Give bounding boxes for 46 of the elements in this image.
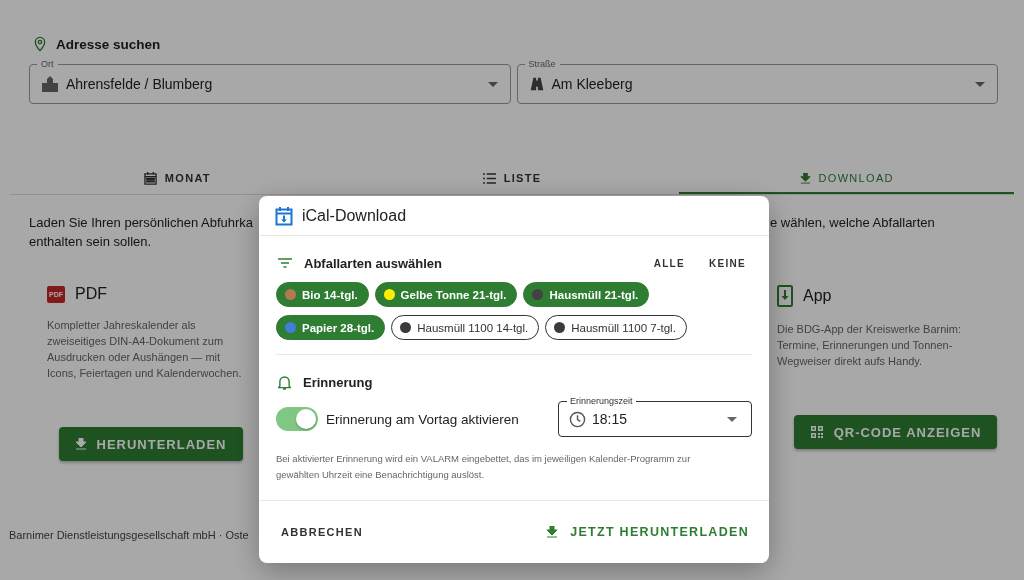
download-icon	[74, 438, 87, 450]
section-title: Erinnerung	[303, 374, 373, 390]
intro-text: enthalten sein sollen.	[29, 233, 152, 251]
dialog-title: iCal-Download	[302, 206, 407, 225]
intro-text: Laden Sie Ihren persönlichen Abfuhrka	[29, 214, 254, 232]
qr-code-button[interactable]: QR-CODE ANZEIGEN	[793, 415, 998, 449]
section-title: Adresse suchen	[56, 36, 161, 52]
tab[interactable]: DOWNLOAD	[679, 164, 1014, 194]
waste-type-chip[interactable]: Papier 28-tgl.	[276, 315, 386, 340]
city-icon	[40, 74, 60, 94]
card-title: App	[803, 287, 832, 305]
waste-type-chip[interactable]: Hausmüll 1100 7-tgl.	[545, 315, 687, 340]
hint-text: Bei aktivierter Erinnerung wird ein VALARM eingebettet, das im jeweiligen Kalender-Programm zur gewählten Uhrzeit eine Benachrichtigung auslöst.	[276, 452, 692, 482]
caret-icon	[487, 81, 498, 87]
download-icon	[546, 526, 559, 538]
calendar-download-icon	[275, 205, 293, 226]
phone-download-icon	[777, 285, 793, 307]
calendar-icon	[143, 171, 157, 185]
clock-icon	[569, 410, 586, 428]
cancel-button[interactable]: ABBRECHEN	[275, 522, 369, 542]
section-title: Abfallarten auswählen	[304, 255, 442, 271]
qr-code-icon	[809, 425, 824, 439]
waste-type-chip[interactable]: Hausmüll 21-tgl.	[523, 282, 650, 307]
select-all-button[interactable]: ALLE	[647, 253, 691, 273]
footer-text: Barnimer Dienstleistungsgesellschaft mbH · Oste	[9, 529, 249, 541]
location-pin-icon	[32, 36, 48, 52]
download-button[interactable]: HERUNTERLADEN	[58, 427, 243, 461]
list-icon	[482, 172, 496, 184]
card-description: Kompletter Jahreskalender als zweiseitiges DIN-A4-Dokument zum Ausdrucken oder Aushängen — mit Icons, Feiertagen und Kalenderwochen.	[47, 318, 243, 381]
toggle-switch[interactable]	[276, 407, 318, 431]
waste-type-chip[interactable]: Gelbe Tonne 21-tgl.	[374, 282, 518, 307]
download-now-button[interactable]: JETZT HERUNTERLADEN	[540, 521, 755, 543]
select-none-button[interactable]: KEINE	[702, 253, 752, 273]
caret-icon	[727, 416, 737, 422]
card-title: PDF	[75, 285, 107, 303]
caret-icon	[975, 81, 985, 87]
download-icon	[799, 172, 811, 184]
card-description: Die BDG-App der Kreiswerke Barnim: Termine, Erinnerungen und Tonnen-Wegweiser direkt aufs Handy.	[777, 322, 962, 369]
intro-text: e wählen, welche Abfallarten	[770, 214, 935, 232]
tab[interactable]: LISTE	[344, 164, 680, 194]
tab[interactable]: MONAT	[10, 164, 345, 194]
filter-icon	[278, 258, 292, 268]
waste-type-chip[interactable]: Hausmüll 1100 14-tgl.	[391, 315, 540, 340]
waste-type-chip[interactable]: Bio 14-tgl.	[276, 282, 369, 307]
switch-label: Erinnerung am Vortag aktivieren	[326, 411, 519, 427]
bell-icon	[278, 374, 291, 390]
